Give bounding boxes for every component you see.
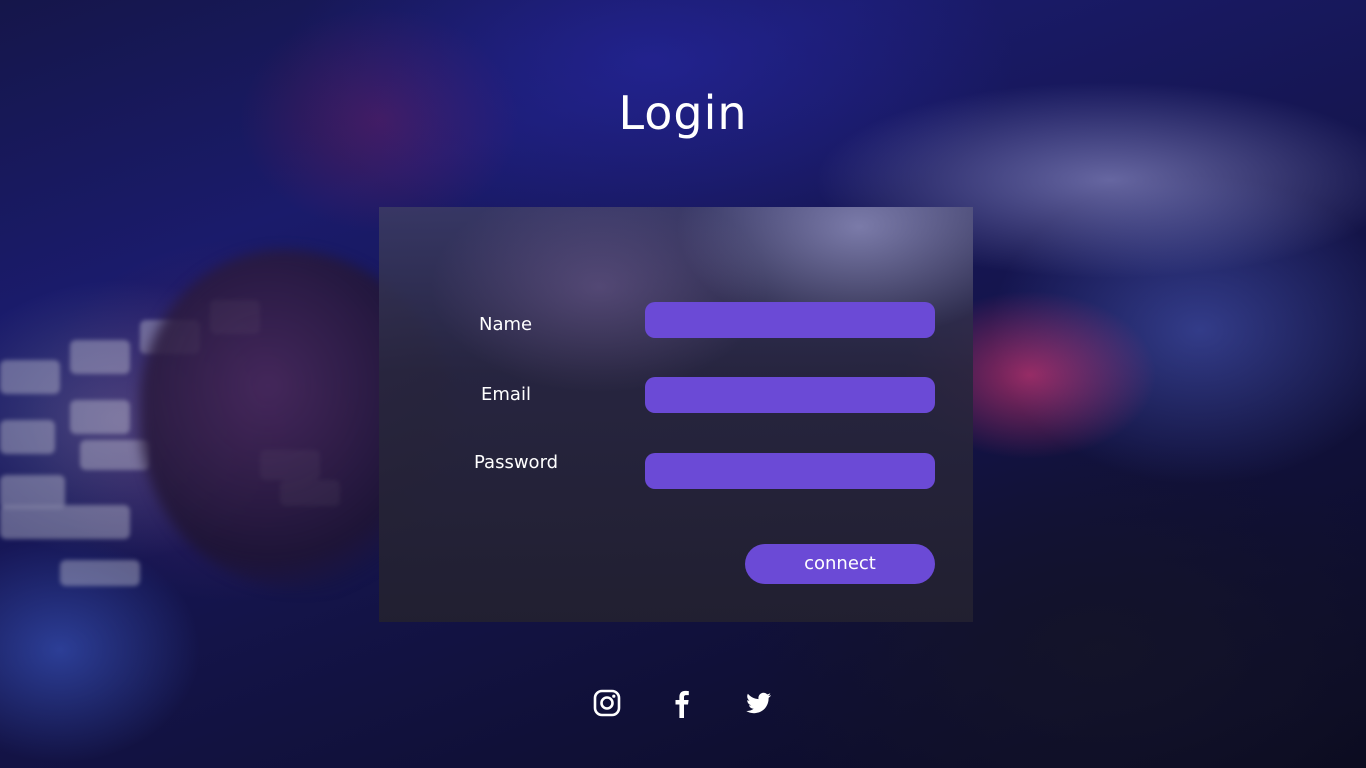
connect-button[interactable]: connect: [745, 544, 935, 584]
page-title: Login: [618, 86, 748, 140]
name-field[interactable]: [645, 302, 935, 338]
password-field[interactable]: [645, 453, 935, 489]
twitter-icon[interactable]: [743, 688, 773, 718]
instagram-icon[interactable]: [592, 688, 622, 718]
facebook-icon[interactable]: [667, 688, 697, 718]
social-links: [0, 688, 1366, 722]
password-label: Password: [474, 452, 559, 473]
login-panel: Name Email Password connect: [379, 207, 973, 622]
login-screen: Login Name Email Password connect: [0, 0, 1366, 768]
email-field[interactable]: [645, 377, 935, 413]
name-label: Name: [479, 314, 533, 335]
email-label: Email: [481, 384, 531, 405]
